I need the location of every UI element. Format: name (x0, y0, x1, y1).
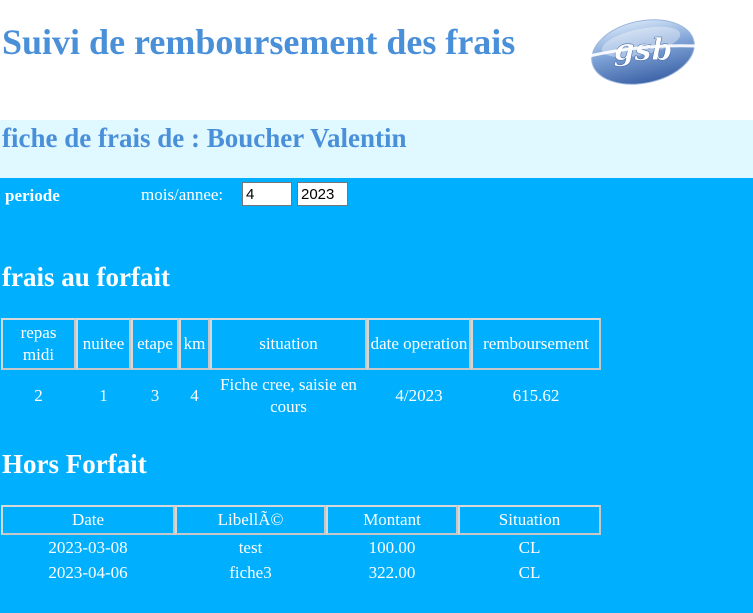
col-header: situation (210, 318, 367, 370)
table-cell: 4 (190, 386, 199, 405)
table-cell: test (238, 537, 263, 557)
table-cell: 3 (150, 386, 160, 405)
col-header: date operation (367, 318, 471, 370)
col-header: etape (131, 318, 179, 370)
mois-annee-label: mois/annee: (141, 185, 224, 204)
table-cell: 2023-04-06 (48, 562, 128, 582)
table-cell: 1 (99, 386, 108, 405)
hors-forfait-header-row: Date LibellÃ© Montant Situation (1, 505, 601, 535)
col-header: Montant (326, 505, 458, 535)
table-cell: 322.00 (368, 562, 416, 582)
table-cell: fiche3 (229, 562, 272, 582)
forfait-table: repas midi nuitee etape km situation dat… (1, 318, 601, 422)
annee-input[interactable] (297, 182, 348, 206)
col-header: nuitee (76, 318, 131, 370)
hors-forfait-table: Date LibellÃ© Montant Situation 2023-03-… (1, 505, 601, 585)
col-header: Date (1, 505, 175, 535)
col-header: remboursement (471, 318, 601, 370)
table-row: 2023-03-08 test 100.00 CL (1, 535, 601, 560)
gsb-logo: gsb (588, 19, 698, 85)
table-cell: 2023-03-08 (48, 537, 128, 557)
table-cell: CL (518, 537, 541, 557)
col-header: LibellÃ© (175, 505, 326, 535)
periode-label: periode (5, 186, 60, 205)
page-header: Suivi de remboursement des frais gsb (0, 0, 753, 120)
col-header: km (179, 318, 210, 370)
main-content: periode mois/annee: frais au forfait rep… (0, 178, 753, 613)
table-cell: CL (518, 562, 541, 582)
table-cell: 2 (34, 386, 43, 405)
table-row: 2023-04-06 fiche3 322.00 CL (1, 560, 601, 585)
app-title: Suivi de remboursement des frais (2, 22, 516, 62)
table-cell: Fiche cree, saisie en cours (220, 375, 357, 416)
col-header: Situation (458, 505, 601, 535)
hors-forfait-section-title: Hors Forfait (2, 449, 147, 479)
table-cell: 4/2023 (395, 386, 443, 405)
table-row: 2 1 3 4 Fiche cree, saisie en cours 4/20… (1, 370, 601, 422)
forfait-section-title: frais au forfait (2, 262, 170, 292)
table-cell: 615.62 (512, 386, 560, 405)
col-header: repas midi (1, 318, 76, 370)
fiche-title: fiche de frais de : Boucher Valentin (2, 123, 407, 153)
mois-input[interactable] (242, 182, 292, 206)
table-cell: 100.00 (368, 537, 416, 557)
forfait-header-row: repas midi nuitee etape km situation dat… (1, 318, 601, 370)
